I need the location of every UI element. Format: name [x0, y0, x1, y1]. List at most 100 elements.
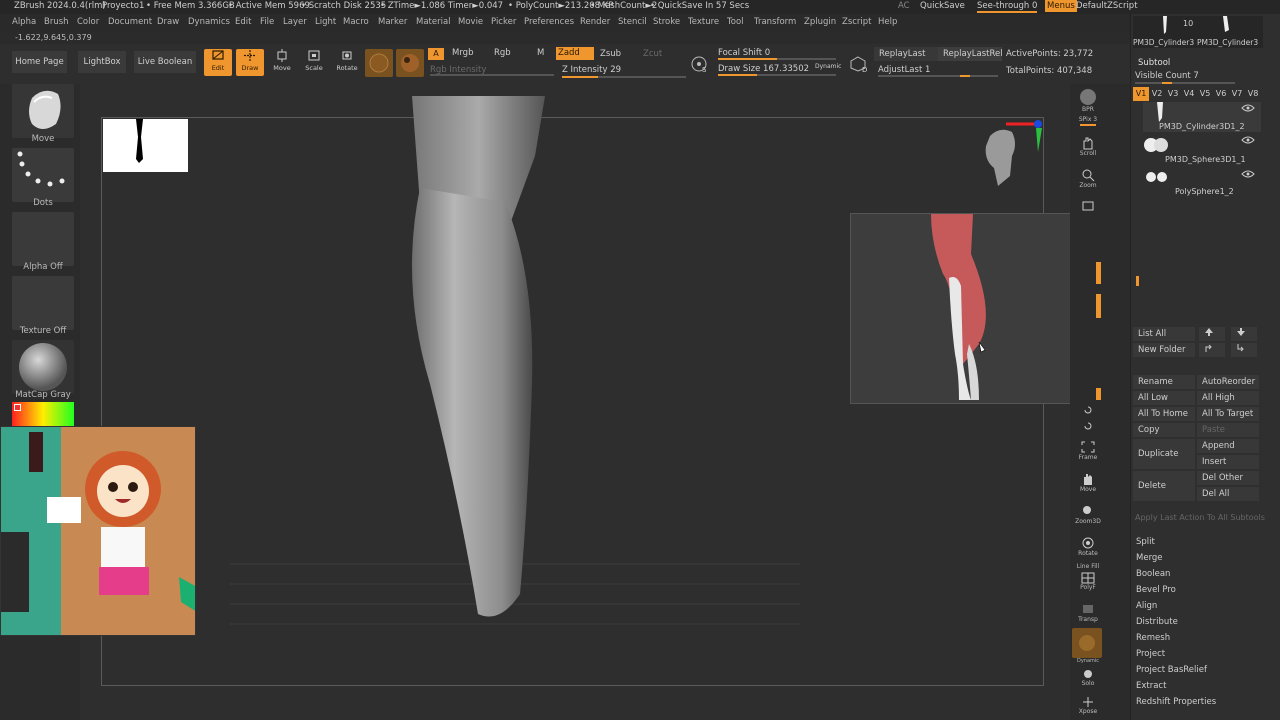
- subtool-scroll-thumb[interactable]: [1136, 276, 1139, 286]
- stroke-picker[interactable]: [12, 148, 74, 202]
- rotate-x-button[interactable]: [1074, 402, 1102, 416]
- folder-in-button[interactable]: [1199, 343, 1225, 357]
- menu-transform[interactable]: Transform: [754, 17, 796, 27]
- visible-count[interactable]: Visible Count 7: [1135, 71, 1199, 81]
- main-color-swatch[interactable]: [14, 404, 21, 411]
- menu-tool[interactable]: Tool: [727, 17, 744, 27]
- menu-edit[interactable]: Edit: [235, 17, 251, 27]
- subtool-row-3[interactable]: PolySphere1_2: [1143, 166, 1261, 196]
- scroll-button[interactable]: Scroll: [1074, 134, 1102, 162]
- tool-thumb-1[interactable]: PM3D_Cylinder3: [1133, 38, 1194, 47]
- menu-draw[interactable]: Draw: [157, 17, 179, 27]
- rotate-y-button[interactable]: [1074, 418, 1102, 432]
- split-menu[interactable]: Split: [1136, 537, 1155, 547]
- menu-color[interactable]: Color: [77, 17, 99, 27]
- move-up-button[interactable]: [1199, 327, 1225, 341]
- xpose-button[interactable]: Xpose: [1074, 694, 1102, 718]
- subtool-row-2[interactable]: PM3D_Sphere3D1_1: [1143, 134, 1261, 164]
- project-basrelief-menu[interactable]: Project BasRelief: [1136, 665, 1207, 675]
- new-folder-button[interactable]: New Folder: [1133, 343, 1195, 357]
- menu-marker[interactable]: Marker: [378, 17, 407, 27]
- navigation-thumbnail[interactable]: [103, 119, 188, 172]
- menu-preferences[interactable]: Preferences: [524, 17, 574, 27]
- menu-picker[interactable]: Picker: [491, 17, 516, 27]
- transp-button[interactable]: Transp: [1074, 600, 1102, 628]
- replay-last-rel-button[interactable]: ReplayLastRel: [938, 47, 1002, 61]
- rotate-button[interactable]: Rotate: [332, 49, 362, 76]
- default-zscript[interactable]: DefaultZScript: [1076, 1, 1138, 11]
- version-v3[interactable]: V3: [1165, 87, 1181, 101]
- alpha-picker[interactable]: [12, 212, 74, 266]
- live-boolean-button[interactable]: Live Boolean: [134, 51, 196, 73]
- dynamic-toggle[interactable]: Dynamic: [815, 63, 841, 70]
- folder-out-button[interactable]: [1231, 343, 1257, 357]
- material-picker[interactable]: [12, 340, 74, 394]
- bevel-pro-menu[interactable]: Bevel Pro: [1136, 585, 1176, 595]
- all-to-target-button[interactable]: All To Target: [1197, 407, 1259, 421]
- actual-button[interactable]: [1074, 198, 1102, 212]
- list-all-button[interactable]: List All: [1133, 327, 1195, 341]
- del-other-button[interactable]: Del Other: [1197, 471, 1259, 485]
- brush-picker[interactable]: [12, 84, 74, 138]
- menu-file[interactable]: File: [260, 17, 274, 27]
- mrgb-button[interactable]: Mrgb: [452, 48, 473, 58]
- all-high-button[interactable]: All High: [1197, 391, 1259, 405]
- menu-document[interactable]: Document: [108, 17, 152, 27]
- zsub-button[interactable]: Zsub: [600, 49, 621, 59]
- version-v4[interactable]: V4: [1181, 87, 1197, 101]
- align-menu[interactable]: Align: [1136, 601, 1157, 611]
- all-low-button[interactable]: All Low: [1133, 391, 1195, 405]
- zoom-button[interactable]: Zoom: [1074, 166, 1102, 194]
- eye-icon[interactable]: [1241, 170, 1255, 178]
- menu-material[interactable]: Material: [416, 17, 451, 27]
- menu-macro[interactable]: Macro: [343, 17, 369, 27]
- a-toggle[interactable]: A: [428, 48, 444, 60]
- dynamic-persp-button[interactable]: [1072, 628, 1102, 658]
- m-button[interactable]: M: [537, 48, 544, 58]
- boolean-menu[interactable]: Boolean: [1136, 569, 1170, 579]
- move-down-button[interactable]: [1231, 327, 1257, 341]
- scale-button[interactable]: Scale: [300, 49, 328, 76]
- menu-dynamics[interactable]: Dynamics: [188, 17, 230, 27]
- version-v5[interactable]: V5: [1197, 87, 1213, 101]
- auto-reorder-button[interactable]: AutoReorder: [1197, 375, 1259, 389]
- menu-stroke[interactable]: Stroke: [653, 17, 680, 27]
- edit-button[interactable]: Edit: [204, 49, 232, 76]
- move-button[interactable]: Move: [268, 49, 296, 76]
- zoom3d-button[interactable]: Zoom3D: [1074, 502, 1102, 530]
- version-v1[interactable]: V1: [1133, 87, 1149, 101]
- reference-image-panel[interactable]: [850, 213, 1095, 404]
- spix-slider[interactable]: SPix 3: [1074, 116, 1102, 130]
- sculpt-mode-button[interactable]: [365, 49, 393, 77]
- del-all-button[interactable]: Del All: [1197, 487, 1259, 501]
- version-v2[interactable]: V2: [1149, 87, 1165, 101]
- version-v7[interactable]: V7: [1229, 87, 1245, 101]
- focal-shift-slider[interactable]: Focal Shift 0: [718, 48, 770, 58]
- paste-button[interactable]: Paste: [1197, 423, 1259, 437]
- project-menu[interactable]: Project: [1136, 649, 1165, 659]
- distribute-menu[interactable]: Distribute: [1136, 617, 1178, 627]
- menu-zscript[interactable]: Zscript: [842, 17, 872, 27]
- menu-brush[interactable]: Brush: [44, 17, 69, 27]
- rename-button[interactable]: Rename: [1133, 375, 1195, 389]
- frame-button[interactable]: Frame: [1074, 438, 1102, 466]
- adjust-last-slider[interactable]: AdjustLast 1: [878, 65, 930, 75]
- solo-button[interactable]: Solo: [1074, 666, 1102, 694]
- menu-stencil[interactable]: Stencil: [618, 17, 647, 27]
- see-through-slider[interactable]: See-through 0: [977, 1, 1038, 13]
- texture-picker[interactable]: [12, 276, 74, 330]
- remesh-menu[interactable]: Remesh: [1136, 633, 1170, 643]
- color-picker[interactable]: [12, 402, 74, 428]
- home-page-button[interactable]: Home Page: [12, 51, 67, 73]
- polyf-button[interactable]: Line Fill PolyF: [1074, 563, 1102, 593]
- paint-mode-button[interactable]: [396, 49, 424, 77]
- apply-last-action-button[interactable]: Apply Last Action To All Subtools: [1135, 513, 1265, 522]
- lightbox-button[interactable]: LightBox: [78, 51, 126, 73]
- merge-menu[interactable]: Merge: [1136, 553, 1163, 563]
- move-view-button[interactable]: Move: [1074, 470, 1102, 498]
- extract-menu[interactable]: Extract: [1136, 681, 1166, 691]
- duplicate-button[interactable]: Duplicate: [1133, 439, 1195, 469]
- version-v8[interactable]: V8: [1245, 87, 1261, 101]
- subtool-title[interactable]: Subtool: [1138, 58, 1170, 68]
- version-v6[interactable]: V6: [1213, 87, 1229, 101]
